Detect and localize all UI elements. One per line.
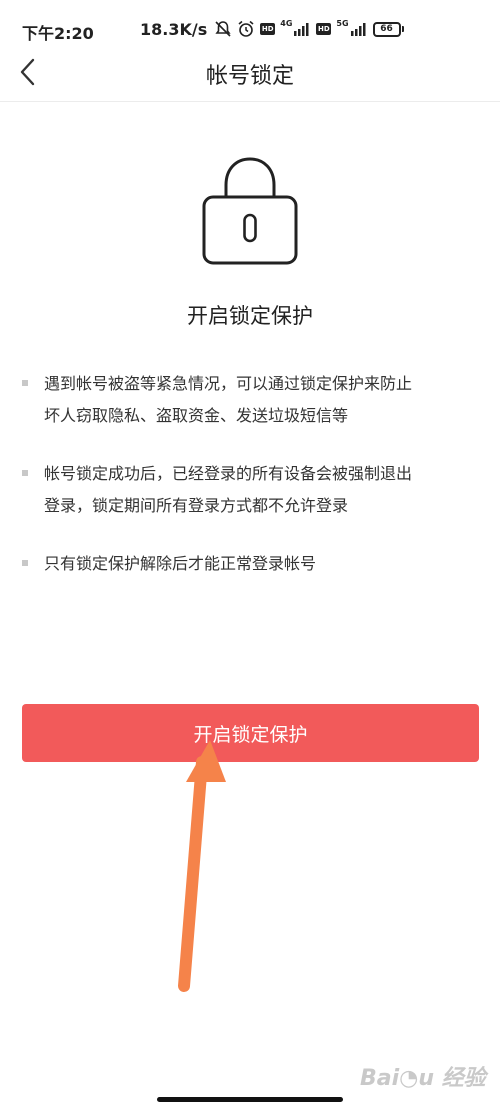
network-type-label: 5G <box>336 18 349 28</box>
tip-line: 只有锁定保护解除后才能正常登录帐号 <box>44 554 317 573</box>
status-bar: 下午2:20 18.3K/s HD 4G HD 5G 66 <box>0 0 500 43</box>
home-indicator[interactable] <box>157 1097 343 1102</box>
signal-5g-icon <box>350 23 366 36</box>
list-item: 只有锁定保护解除后才能正常登录帐号 <box>22 548 482 580</box>
section-heading: 开启锁定保护 <box>187 304 313 328</box>
battery-level: 66 <box>372 21 401 37</box>
navigation-bar: 帐号锁定 <box>0 42 500 102</box>
tip-text: 遇到帐号被盗等紧急情况，可以通过锁定保护来防止 坏人窃取隐私、盗取资金、发送垃圾… <box>44 368 412 432</box>
tip-text: 帐号锁定成功后，已经登录的所有设备会被强制退出 登录，锁定期间所有登录方式都不允… <box>44 458 412 522</box>
list-item: 帐号锁定成功后，已经登录的所有设备会被强制退出 登录，锁定期间所有登录方式都不允… <box>22 458 482 522</box>
network-speed: 18.3K/s <box>140 19 208 39</box>
status-time: 下午2:20 <box>22 24 94 43</box>
tip-line: 登录，锁定期间所有登录方式都不允许登录 <box>44 496 349 515</box>
tip-line: 坏人窃取隐私、盗取资金、发送垃圾短信等 <box>44 406 349 425</box>
bullet-icon <box>22 380 28 386</box>
watermark-logo: Bai◔u 经验 <box>360 1066 486 1091</box>
alarm-icon <box>238 20 254 37</box>
tips-list: 遇到帐号被盗等紧急情况，可以通过锁定保护来防止 坏人窃取隐私、盗取资金、发送垃圾… <box>22 368 482 606</box>
mute-icon <box>215 21 231 37</box>
battery-icon: 66 <box>372 21 404 37</box>
hd-icon: HD <box>260 23 276 35</box>
tip-text: 只有锁定保护解除后才能正常登录帐号 <box>44 548 316 580</box>
bullet-icon <box>22 470 28 476</box>
lock-icon <box>202 157 298 265</box>
list-item: 遇到帐号被盗等紧急情况，可以通过锁定保护来防止 坏人窃取隐私、盗取资金、发送垃圾… <box>22 368 482 432</box>
bullet-icon <box>22 560 28 566</box>
hd-icon: HD <box>316 23 332 35</box>
page-title: 帐号锁定 <box>205 64 294 89</box>
network-type-label: 4G <box>280 18 293 28</box>
tip-line: 帐号锁定成功后，已经登录的所有设备会被强制退出 <box>44 464 413 483</box>
enable-lock-protection-button[interactable]: 开启锁定保护 <box>22 704 479 762</box>
tip-line: 遇到帐号被盗等紧急情况，可以通过锁定保护来防止 <box>44 374 413 393</box>
signal-4g-icon <box>294 23 309 36</box>
battery-tip <box>401 26 404 32</box>
status-indicators: 18.3K/s HD 4G HD 5G 66 <box>140 17 404 41</box>
